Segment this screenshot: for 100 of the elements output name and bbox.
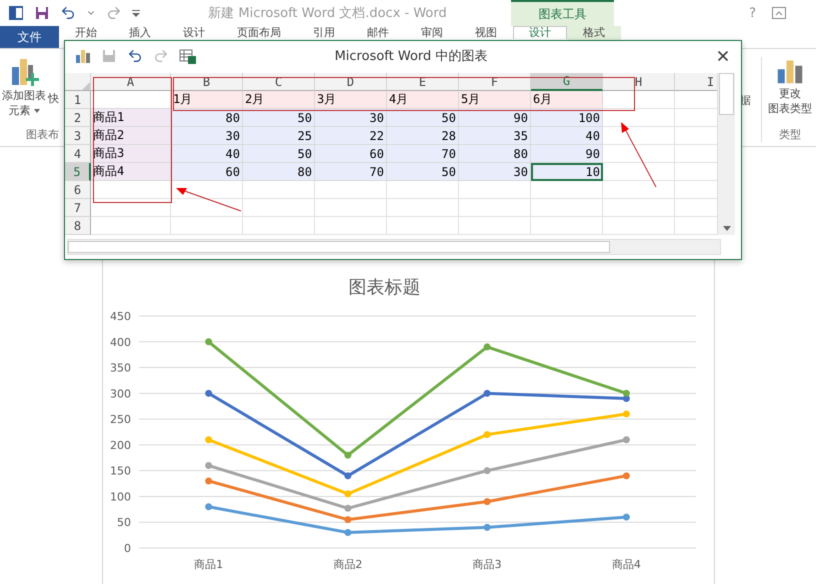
table-cell[interactable]: 60 (315, 145, 387, 163)
table-cell[interactable]: 30 (459, 163, 531, 181)
table-cell[interactable]: 30 (171, 127, 243, 145)
empty-cell[interactable] (531, 199, 603, 217)
ribbon-tab[interactable]: 视图 (459, 26, 513, 40)
redo-icon[interactable] (153, 48, 169, 64)
table-cell[interactable]: 1月 (171, 91, 243, 109)
ribbon-tab[interactable]: 插入 (113, 26, 167, 40)
table-cell[interactable]: 商品2 (91, 127, 171, 145)
empty-cell[interactable] (243, 181, 315, 199)
axis-label: 商品4 (611, 558, 640, 571)
empty-cell[interactable] (531, 217, 603, 235)
empty-cell[interactable] (459, 217, 531, 235)
empty-cell[interactable] (315, 199, 387, 217)
table-cell[interactable]: 30 (315, 109, 387, 127)
table-cell[interactable]: 商品3 (91, 145, 171, 163)
empty-cell[interactable] (315, 217, 387, 235)
undo-icon[interactable] (127, 48, 143, 64)
table-cell[interactable]: 60 (171, 163, 243, 181)
table-cell[interactable]: 35 (459, 127, 531, 145)
ribbon-tab[interactable]: 审阅 (405, 26, 459, 40)
scroll-down-icon[interactable] (722, 226, 730, 231)
empty-cell[interactable] (243, 199, 315, 217)
empty-cell[interactable] (315, 181, 387, 199)
row-header[interactable]: 8 (65, 217, 91, 235)
table-cell[interactable]: 70 (315, 163, 387, 181)
empty-cell[interactable] (243, 217, 315, 235)
empty-cell[interactable] (387, 199, 459, 217)
ribbon-tab[interactable]: 邮件 (351, 26, 405, 40)
horizontal-scrollbar[interactable] (67, 239, 721, 255)
change-chart-type-button[interactable]: 更改 图表类型 (768, 57, 812, 115)
table-cell[interactable]: 10 (531, 163, 603, 181)
empty-cell[interactable] (171, 217, 243, 235)
table-cell[interactable]: 4月 (387, 91, 459, 109)
vertical-scrollbar[interactable] (717, 73, 735, 235)
row-header[interactable]: 1 (65, 91, 91, 109)
data-point (204, 503, 212, 510)
table-cell[interactable]: 70 (387, 145, 459, 163)
table-cell[interactable]: 6月 (531, 91, 603, 109)
ribbon-button-label[interactable]: 快 (48, 91, 59, 106)
word-icon[interactable] (8, 5, 24, 21)
table-cell[interactable]: 40 (531, 127, 603, 145)
ribbon-tab[interactable]: 开始 (59, 26, 113, 40)
empty-cell[interactable] (387, 217, 459, 235)
redo-icon[interactable] (106, 5, 122, 21)
table-cell[interactable]: 40 (171, 145, 243, 163)
row-header[interactable]: 6 (65, 181, 91, 199)
table-cell[interactable]: 3月 (315, 91, 387, 109)
table-cell[interactable]: 80 (243, 163, 315, 181)
ribbon-tab[interactable]: 引用 (297, 26, 351, 40)
ribbon-tab[interactable]: 设计 (513, 26, 567, 39)
caret-icon (34, 108, 40, 112)
table-cell[interactable]: 商品4 (91, 163, 171, 181)
row-header[interactable]: 2 (65, 109, 91, 127)
bar-chart-icon[interactable] (75, 48, 91, 64)
ribbon-tab[interactable]: 格式 (567, 26, 621, 40)
table-cell[interactable]: 50 (243, 109, 315, 127)
table-cell[interactable]: 90 (531, 145, 603, 163)
table-cell[interactable]: 2月 (243, 91, 315, 109)
table-cell[interactable]: 50 (387, 109, 459, 127)
row-header[interactable]: 7 (65, 199, 91, 217)
empty-cell[interactable] (603, 181, 675, 199)
row-header[interactable]: 5 (65, 163, 91, 181)
empty-cell[interactable] (459, 181, 531, 199)
column-header[interactable]: A (91, 73, 171, 91)
undo-icon[interactable] (60, 5, 76, 21)
row-header[interactable]: 4 (65, 145, 91, 163)
column-header[interactable]: I (675, 73, 717, 91)
table-cell[interactable]: 商品1 (91, 109, 171, 127)
table-cell[interactable]: 90 (459, 109, 531, 127)
empty-cell[interactable] (531, 181, 603, 199)
ribbon-tab[interactable]: 设计 (167, 26, 221, 40)
table-cell[interactable]: 50 (243, 145, 315, 163)
table-cell[interactable]: 28 (387, 127, 459, 145)
ribbon-tab[interactable]: 页面布局 (221, 26, 297, 40)
table-cell[interactable]: 22 (315, 127, 387, 145)
spreadsheet-icon[interactable] (179, 48, 197, 64)
customize-icon[interactable] (132, 9, 140, 17)
data-point (344, 490, 351, 498)
table-cell[interactable]: 5月 (459, 91, 531, 109)
scroll-thumb[interactable] (719, 73, 734, 115)
help-button[interactable]: ? (749, 6, 756, 20)
empty-cell[interactable] (603, 199, 675, 217)
table-cell[interactable]: 80 (171, 109, 243, 127)
select-all-corner[interactable] (65, 73, 91, 91)
table-cell[interactable]: 80 (459, 145, 531, 163)
table-cell[interactable] (91, 91, 171, 109)
column-header[interactable]: H (603, 73, 675, 91)
empty-cell[interactable] (387, 181, 459, 199)
table-cell[interactable]: 50 (387, 163, 459, 181)
empty-cell[interactable] (603, 217, 675, 235)
close-button[interactable] (715, 48, 731, 64)
restore-icon[interactable] (772, 7, 786, 19)
table-cell[interactable]: 100 (531, 109, 603, 127)
add-chart-element-button[interactable]: 添加图表 元素 (2, 57, 46, 117)
empty-cell[interactable] (171, 199, 243, 217)
table-cell[interactable]: 25 (243, 127, 315, 145)
row-header[interactable]: 3 (65, 127, 91, 145)
ribbon-tab[interactable]: 文件 (0, 26, 59, 48)
empty-cell[interactable] (459, 199, 531, 217)
